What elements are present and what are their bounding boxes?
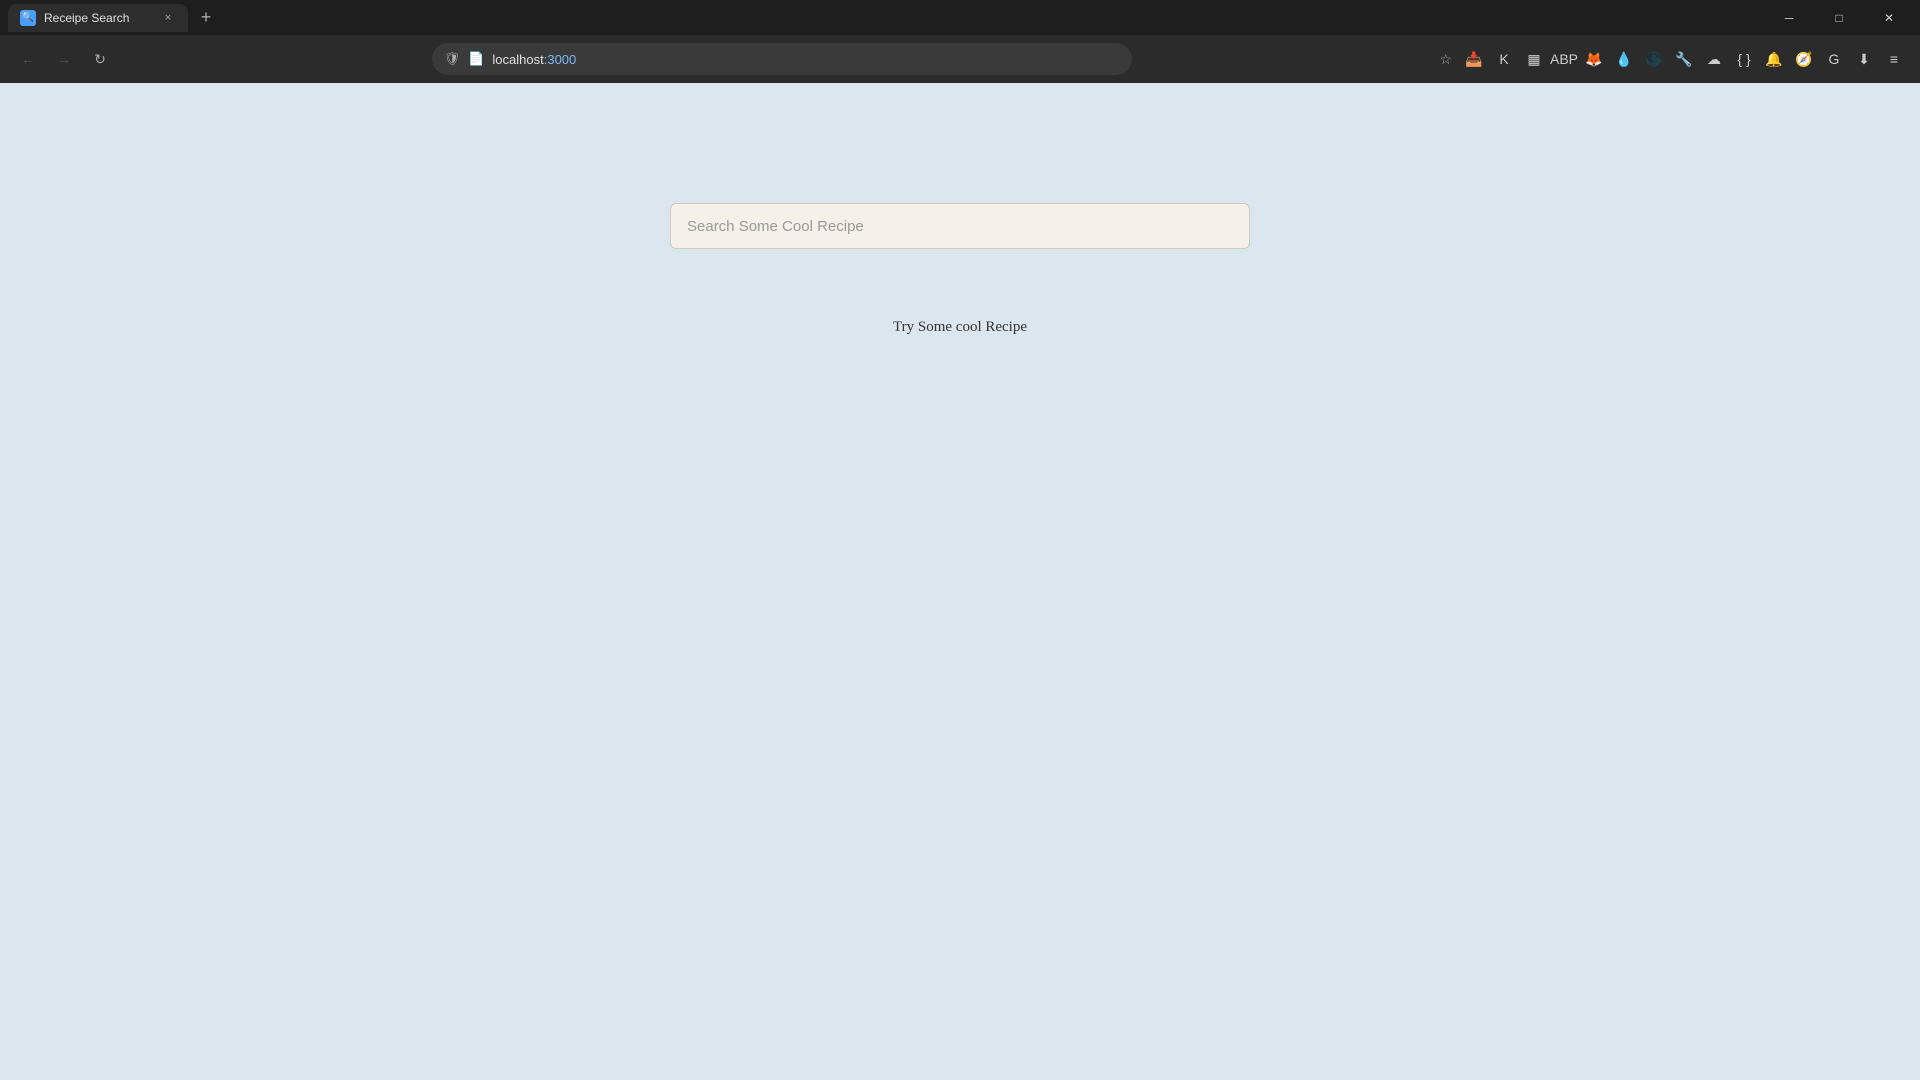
tab-bar: 🔍 Receipe Search × + <box>8 0 1758 35</box>
page-icon: 📄 <box>468 51 484 67</box>
port-text: :3000 <box>544 52 577 67</box>
vpn-icon[interactable]: 🧭 <box>1790 45 1818 73</box>
extension-tools-icon[interactable]: 🔧 <box>1670 45 1698 73</box>
tab-close-button[interactable]: × <box>160 10 176 26</box>
security-icon: 🛡 <box>444 51 461 67</box>
code-icon[interactable]: { } <box>1730 45 1758 73</box>
extension-fox-icon[interactable]: 🦊 <box>1580 45 1608 73</box>
refresh-button[interactable]: ↻ <box>84 43 116 75</box>
hint-text: Try Some cool Recipe <box>893 319 1027 336</box>
bookmark-button[interactable]: ☆ <box>1439 51 1452 68</box>
extension-k-icon[interactable]: K <box>1490 45 1518 73</box>
title-bar: 🔍 Receipe Search × + ─ □ ✕ <box>0 0 1920 35</box>
minimize-button[interactable]: ─ <box>1766 0 1812 35</box>
browser-window: 🔍 Receipe Search × + ─ □ ✕ ← → ↻ 🛡 📄 loc… <box>0 0 1920 1080</box>
cloud-icon[interactable]: ☁ <box>1700 45 1728 73</box>
page-content: Try Some cool Recipe <box>0 83 1920 1080</box>
forward-button[interactable]: → <box>48 43 80 75</box>
active-tab[interactable]: 🔍 Receipe Search × <box>8 4 188 32</box>
menu-button[interactable]: ≡ <box>1880 45 1908 73</box>
notification-icon[interactable]: 🔔 <box>1760 45 1788 73</box>
back-button[interactable]: ← <box>12 43 44 75</box>
extension-blue-icon[interactable]: 💧 <box>1610 45 1638 73</box>
close-window-button[interactable]: ✕ <box>1866 0 1912 35</box>
google-icon[interactable]: G <box>1820 45 1848 73</box>
extension-dark-icon[interactable]: 🌑 <box>1640 45 1668 73</box>
search-container <box>670 203 1250 249</box>
recipe-search-input[interactable] <box>670 203 1250 249</box>
dashboard-icon[interactable]: ▦ <box>1520 45 1548 73</box>
toolbar-icons: 📥 K ▦ ABP 🦊 💧 🌑 🔧 ☁ { } 🔔 🧭 G ⬇ ≡ <box>1460 45 1908 73</box>
maximize-button[interactable]: □ <box>1816 0 1862 35</box>
window-controls: ─ □ ✕ <box>1766 0 1912 35</box>
tab-favicon: 🔍 <box>20 10 36 26</box>
navigation-bar: ← → ↻ 🛡 📄 localhost:3000 ☆ 📥 K ▦ ABP 🦊 💧… <box>0 35 1920 83</box>
address-text: localhost:3000 <box>492 52 1119 67</box>
nav-left-controls: ← → ↻ <box>12 43 132 75</box>
pocket-icon[interactable]: 📥 <box>1460 45 1488 73</box>
download-icon[interactable]: ⬇ <box>1850 45 1878 73</box>
adblock-icon[interactable]: ABP <box>1550 45 1578 73</box>
new-tab-button[interactable]: + <box>192 4 220 32</box>
tab-title: Receipe Search <box>44 11 152 25</box>
address-bar[interactable]: 🛡 📄 localhost:3000 <box>432 43 1132 75</box>
